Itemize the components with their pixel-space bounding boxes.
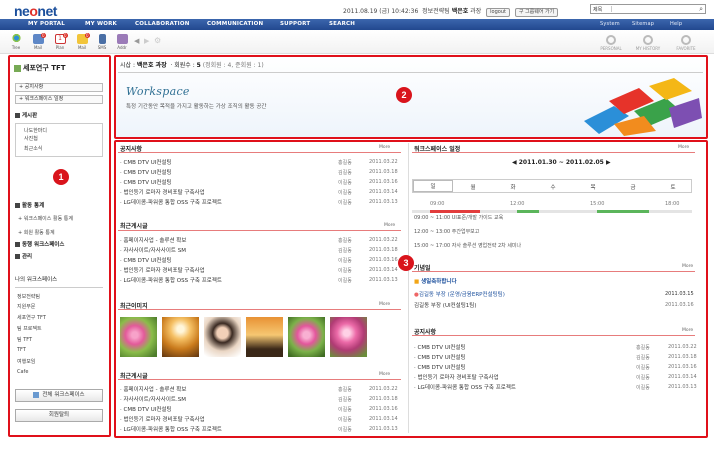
nav-collaboration[interactable]: COLLABORATION	[135, 21, 190, 27]
nav-support[interactable]: SUPPORT	[280, 21, 310, 27]
user-title: 과장	[470, 8, 482, 15]
main-nav: MY PORTAL MY WORK COLLABORATION COMMUNIC…	[0, 19, 714, 30]
addressbook-icon	[116, 34, 128, 44]
nav-system[interactable]: System	[600, 21, 620, 27]
folder-badge: 0	[85, 33, 90, 38]
highlight-box-3	[114, 140, 708, 438]
nav-sitemap[interactable]: Sitemap	[632, 21, 654, 27]
tree-icon	[10, 34, 22, 44]
search-icon[interactable]: ⌕	[699, 5, 703, 13]
plan-badge: 0	[63, 33, 68, 38]
marker-2: 2	[396, 87, 412, 103]
search-scope-select[interactable]: 제목	[593, 6, 602, 13]
settings-icon[interactable]: ⚙	[154, 36, 161, 45]
dept: 정보전략팀	[422, 8, 450, 15]
datetime: 2011.08.19 (금) 10:42:36	[343, 8, 419, 15]
nav-communication[interactable]: COMMUNICATION	[207, 21, 263, 27]
plan-button[interactable]: 1 0 Plan	[52, 33, 68, 50]
folder-mail-button[interactable]: 0 Mail	[74, 33, 90, 50]
top-bar: neonet 2011.08.19 (금) 10:42:36 정보전략팀 백은호…	[0, 0, 714, 19]
nav-my-portal[interactable]: MY PORTAL	[28, 21, 65, 27]
search-box: 제목 ⌕	[590, 4, 706, 14]
search-input[interactable]	[611, 6, 693, 12]
mail-button[interactable]: 0 Mail	[30, 33, 46, 50]
prev-arrow-icon[interactable]: ◀	[134, 37, 139, 45]
nav-help[interactable]: Help	[670, 21, 682, 27]
marker-3: 3	[398, 255, 414, 271]
favorite-icon	[681, 35, 691, 45]
my-history-button[interactable]: MY HISTORY	[632, 35, 664, 51]
user-name: 백은호	[451, 8, 469, 15]
logo[interactable]: neonet	[14, 3, 57, 19]
personal-button[interactable]: PERSONAL	[595, 35, 627, 51]
nav-my-work[interactable]: MY WORK	[85, 21, 117, 27]
nav-search[interactable]: SEARCH	[329, 21, 355, 27]
personal-icon	[606, 35, 616, 45]
marker-1: 1	[53, 169, 69, 185]
next-arrow-icon[interactable]: ▶	[144, 37, 149, 45]
user-info: 2011.08.19 (금) 10:42:36 정보전략팀 백은호 과장 log…	[343, 6, 559, 17]
sms-button[interactable]: SMS	[94, 34, 110, 50]
highlight-box-1	[8, 55, 111, 437]
addr-button[interactable]: Addr	[114, 34, 130, 50]
old-groupware-button[interactable]: 구 그룹웨어 가기	[514, 8, 559, 17]
history-icon	[643, 35, 653, 45]
logout-button[interactable]: logout	[486, 8, 510, 17]
favorite-button[interactable]: FAVORITE	[670, 35, 702, 51]
phone-icon	[98, 34, 106, 44]
tree-button[interactable]: Tree	[8, 34, 24, 50]
mail-badge: 0	[41, 33, 46, 38]
